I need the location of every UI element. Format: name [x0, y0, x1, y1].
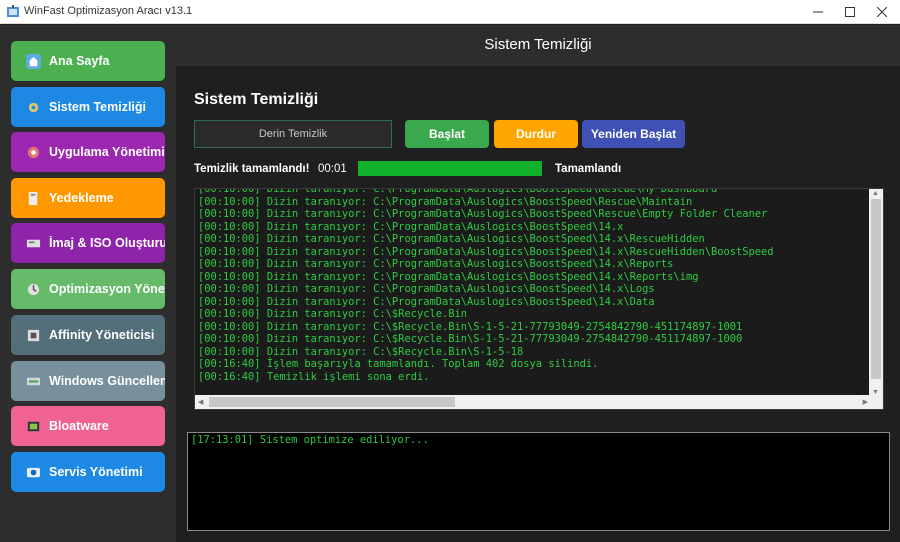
console-output[interactable]: [17:13:01] Sistem optimize ediliyor... — [187, 432, 890, 531]
window-title: WinFast Optimizasyon Aracı v13.1 — [24, 5, 193, 17]
maximize-button[interactable] — [834, 0, 866, 24]
sidebar-item-label: Ana Sayfa — [49, 54, 110, 68]
section-title: Sistem Temizliği — [194, 91, 319, 108]
header-title: Sistem Temizliği — [484, 36, 592, 53]
log-line: [00:10:00] Dizin taranıyor: C:\$Recycle.… — [198, 345, 524, 358]
log-line: [00:10:00] Dizin taranıyor: C:\ProgramDa… — [198, 208, 768, 220]
sidebar-item-label: Uygulama Yönetimi — [49, 145, 165, 159]
log-line: [00:10:00] Dizin taranıyor: C:\ProgramDa… — [198, 283, 655, 295]
header: Sistem Temizliği — [176, 25, 900, 66]
gear-icon — [25, 99, 42, 116]
log-line: [00:10:00] Dizin taranıyor: C:\ProgramDa… — [198, 220, 624, 233]
trash-icon — [25, 418, 42, 435]
console-line: [17:13:01] Sistem optimize ediliyor... — [191, 434, 429, 446]
sidebar-item-4[interactable]: Yedekleme — [11, 178, 165, 218]
sidebar-item-label: Bloatware — [49, 419, 109, 433]
sidebar-item-8[interactable]: Windows Güncellemeleri — [11, 361, 165, 401]
optimize-icon — [25, 281, 42, 298]
stop-button[interactable]: Durdur — [494, 120, 578, 148]
log-line: [00:16:40] Temizlik işlemi sona erdi. — [198, 370, 430, 383]
log-line: [00:10:00] Dizin taranıyor: C:\ProgramDa… — [198, 270, 699, 283]
sidebar-item-2[interactable]: Sistem Temizliği — [11, 87, 165, 127]
log-line: [00:10:00] Dizin taranıyor: C:\ProgramDa… — [198, 295, 655, 308]
sidebar-item-7[interactable]: Affinity Yöneticisi — [11, 315, 165, 355]
log-line: [00:10:00] Dizin taranıyor: C:\$Recycle.… — [198, 320, 743, 333]
progress-fill — [358, 161, 542, 176]
service-icon — [25, 464, 42, 481]
horizontal-scrollbar[interactable]: ◀ ▶ — [195, 395, 883, 409]
sidebar-item-label: Affinity Yöneticisi — [49, 328, 155, 342]
progress-label: Tamamlandı — [555, 163, 622, 175]
log-line: [00:10:00] Dizin taranıyor: C:\ProgramDa… — [198, 195, 693, 208]
minimize-button[interactable] — [802, 0, 834, 24]
scroll-left-icon[interactable]: ◀ — [198, 398, 203, 406]
cleanup-mode-select[interactable]: Derin Temizlik — [194, 120, 392, 148]
log-panel[interactable]: [00:10:00] Dizin taranıyor: C:\ProgramDa… — [194, 188, 884, 410]
horizontal-scroll-thumb[interactable] — [209, 397, 455, 407]
sidebar-item-6[interactable]: Optimizasyon Yönetimi — [11, 269, 165, 309]
log-line: [00:10:00] Dizin taranıyor: C:\$Recycle.… — [198, 333, 743, 345]
elapsed-timer: 00:01 — [318, 163, 347, 175]
sidebar-item-label: Windows Güncellemeleri — [49, 374, 165, 388]
backup-icon — [25, 190, 42, 207]
title-bar: WinFast Optimizasyon Aracı v13.1 — [0, 0, 900, 24]
sidebar-item-10[interactable]: Servis Yönetimi — [11, 452, 165, 492]
sidebar-item-label: Sistem Temizliği — [49, 100, 147, 114]
close-icon — [877, 7, 887, 17]
log-line: [00:10:00] Dizin taranıyor: C:\ProgramDa… — [198, 233, 705, 245]
close-button[interactable] — [866, 0, 898, 24]
minimize-icon — [813, 11, 823, 13]
cpu-icon — [25, 327, 42, 344]
vertical-scroll-thumb[interactable] — [871, 199, 881, 379]
sidebar-item-1[interactable]: Ana Sayfa — [11, 41, 165, 81]
maximize-icon — [845, 7, 855, 17]
sidebar-item-label: Optimizasyon Yönetimi — [49, 282, 165, 296]
sidebar-item-9[interactable]: Bloatware — [11, 406, 165, 446]
app-icon — [25, 144, 42, 161]
home-icon — [25, 53, 42, 70]
sidebar-item-3[interactable]: Uygulama Yönetimi — [11, 132, 165, 172]
progress-bar — [358, 161, 542, 176]
scroll-up-icon[interactable]: ▲ — [872, 190, 879, 197]
log-line: [00:10:00] Dizin taranıyor: C:\$Recycle.… — [198, 308, 467, 320]
log-line: [00:16:40] İşlem başarıyla tamamlandı. T… — [198, 358, 599, 370]
sidebar-item-label: Yedekleme — [49, 191, 114, 205]
scroll-right-icon[interactable]: ▶ — [863, 398, 868, 406]
sidebar-item-label: Servis Yönetimi — [49, 465, 143, 479]
start-button[interactable]: Başlat — [405, 120, 489, 148]
app-logo-icon — [7, 5, 19, 17]
disk-image-icon — [25, 235, 42, 252]
log-line: [00:10:00] Dizin taranıyor: C:\ProgramDa… — [198, 245, 774, 258]
log-line: [00:10:00] Dizin taranıyor: C:\ProgramDa… — [198, 188, 718, 195]
restart-button[interactable]: Yeniden Başlat — [582, 120, 685, 148]
update-icon — [25, 373, 42, 390]
sidebar-item-5[interactable]: İmaj & ISO Oluşturucu — [11, 223, 165, 263]
status-text: Temizlik tamamlandı! — [194, 163, 310, 175]
sidebar-item-label: İmaj & ISO Oluşturucu — [49, 236, 165, 250]
log-lines: [00:10:00] Dizin taranıyor: C:\ProgramDa… — [198, 188, 868, 383]
log-line: [00:10:00] Dizin taranıyor: C:\ProgramDa… — [198, 258, 674, 270]
vertical-scrollbar[interactable]: ▲ ▼ — [869, 189, 883, 397]
